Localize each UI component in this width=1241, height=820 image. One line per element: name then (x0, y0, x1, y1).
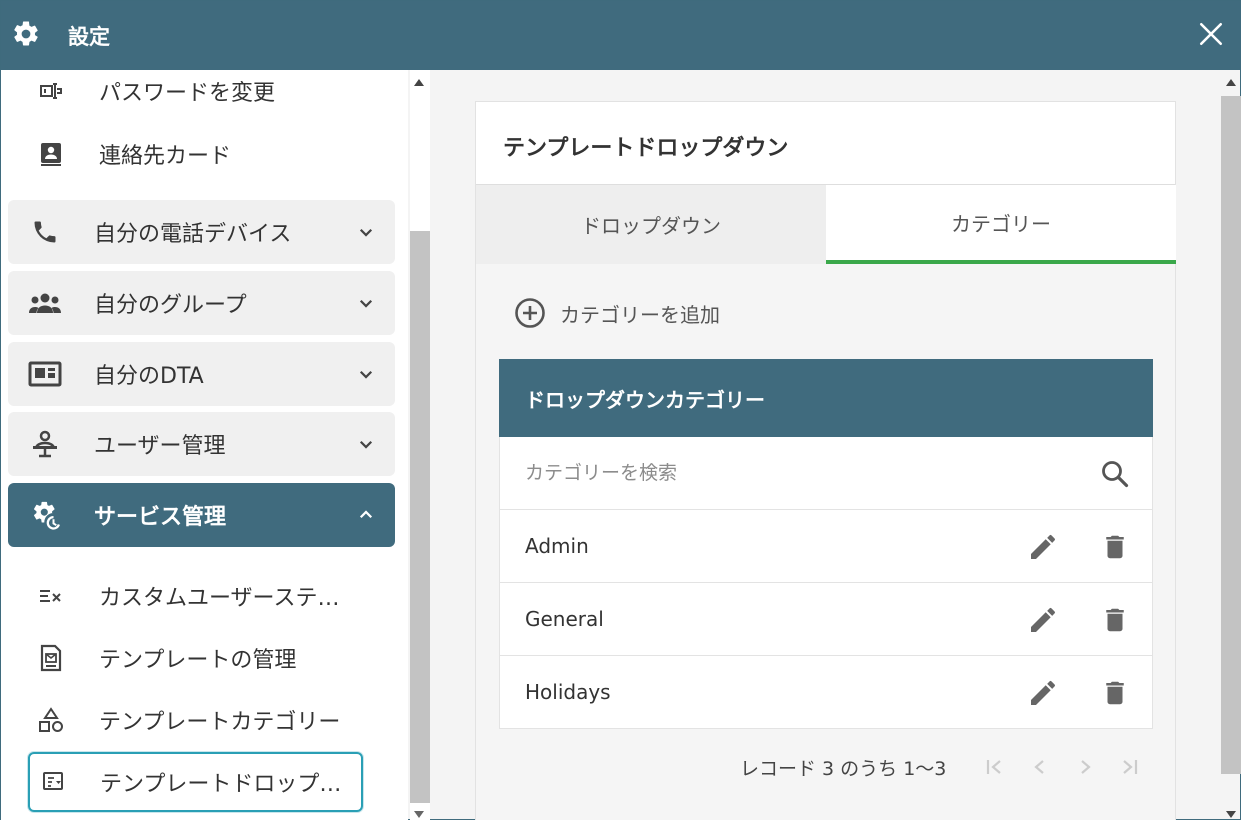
window-title: 設定 (68, 25, 110, 49)
add-circle-icon (515, 298, 545, 328)
contact-card-icon (37, 140, 65, 168)
prev-page-icon[interactable] (1028, 755, 1052, 779)
category-name: General (525, 607, 604, 631)
sidebar-group-my-dta[interactable]: 自分のDTA (8, 342, 395, 406)
chevron-down-icon (359, 440, 373, 449)
category-table: ドロップダウンカテゴリー Admin General Holidays (499, 359, 1153, 729)
sidebar-group-user-management[interactable]: ユーザー管理 (8, 412, 395, 476)
pagination-info: レコード 3 のうち 1～3 (740, 758, 947, 780)
add-category-button[interactable]: カテゴリーを追加 (514, 296, 720, 330)
sidebar-group-label: 自分のDTA (94, 364, 204, 389)
sidebar-item-label: 連絡先カード (99, 144, 232, 169)
last-page-icon[interactable] (1118, 755, 1142, 779)
sidebar-item-label: テンプレートの管理 (99, 648, 297, 673)
sidebar-scroll-down-arrow[interactable] (414, 811, 424, 818)
card-header: テンプレートドロップダウン (476, 102, 1175, 185)
sidebar-item-change-password[interactable]: パスワードを変更 (1, 70, 401, 119)
tab-category[interactable]: カテゴリー (826, 185, 1176, 264)
sidebar-group-service-management[interactable]: サービス管理 (8, 483, 395, 547)
delete-icon[interactable] (1100, 531, 1130, 563)
search-icon[interactable] (1100, 459, 1130, 489)
category-search-bar (499, 437, 1153, 510)
delete-icon[interactable] (1100, 604, 1130, 636)
password-icon (37, 77, 65, 105)
sidebar: パスワードを変更 連絡先カード 自分の電話デバイス 自分のグループ 自分のDTA… (1, 70, 408, 820)
sidebar-item-label: カスタムユーザーステ… (99, 586, 340, 611)
sidebar-item-label: テンプレートカテゴリー (99, 710, 341, 735)
sidebar-scroll-up-arrow[interactable] (414, 79, 424, 86)
sidebar-item-custom-user-status[interactable]: カスタムユーザーステ… (1, 568, 401, 624)
pagination: レコード 3 のうち 1～3 (476, 752, 1175, 782)
category-search-input[interactable] (525, 457, 1085, 489)
sidebar-item-label: テンプレートドロップ… (100, 772, 342, 797)
close-icon[interactable] (1198, 21, 1224, 47)
category-name: Admin (525, 534, 589, 558)
category-name: Holidays (525, 680, 611, 704)
dropdown-template-icon (39, 768, 67, 796)
chevron-up-icon (359, 510, 373, 519)
chevron-down-icon (359, 299, 373, 308)
group-icon (28, 286, 62, 320)
tab-bar: ドロップダウン カテゴリー (476, 185, 1176, 264)
add-category-label: カテゴリーを追加 (560, 302, 720, 327)
next-page-icon[interactable] (1073, 755, 1097, 779)
title-bar: 設定 (1, 1, 1241, 70)
sidebar-item-label: パスワードを変更 (99, 81, 276, 106)
table-header: ドロップダウンカテゴリー (499, 359, 1153, 437)
template-icon (37, 644, 65, 672)
gear-icon (14, 21, 38, 46)
sidebar-group-label: ユーザー管理 (94, 434, 226, 459)
chevron-down-icon (359, 370, 373, 379)
template-dropdown-card: テンプレートドロップダウン ドロップダウン カテゴリー カテゴリーを追加 ドロッ… (475, 101, 1176, 820)
sidebar-item-template-category[interactable]: テンプレートカテゴリー (1, 692, 401, 748)
tab-dropdown[interactable]: ドロップダウン (476, 185, 826, 264)
service-gear-icon (28, 498, 62, 532)
sidebar-group-my-phone-devices[interactable]: 自分の電話デバイス (8, 200, 395, 264)
sidebar-item-template-dropdown[interactable]: テンプレートドロップ… (28, 752, 363, 812)
card-title: テンプレートドロップダウン (503, 136, 789, 161)
edit-icon[interactable] (1027, 604, 1059, 636)
main-scrollbar-thumb[interactable] (1221, 96, 1241, 774)
edit-icon[interactable] (1027, 531, 1059, 563)
table-row: Admin (499, 510, 1153, 583)
sidebar-scrollbar-thumb[interactable] (410, 231, 430, 803)
sidebar-group-label: 自分の電話デバイス (94, 222, 292, 247)
shapes-icon (37, 706, 65, 734)
sidebar-item-template-management[interactable]: テンプレートの管理 (1, 630, 401, 686)
delete-icon[interactable] (1100, 677, 1130, 709)
sidebar-group-my-groups[interactable]: 自分のグループ (8, 271, 395, 335)
table-row: Holidays (499, 656, 1153, 729)
custom-status-icon (37, 582, 65, 610)
sidebar-group-label: サービス管理 (94, 505, 227, 530)
chevron-down-icon (359, 228, 373, 237)
user-management-icon (28, 427, 62, 461)
first-page-icon[interactable] (982, 755, 1006, 779)
table-row: General (499, 583, 1153, 656)
main-scroll-up-arrow[interactable] (1226, 79, 1236, 86)
sidebar-group-label: 自分のグループ (94, 293, 247, 318)
phone-icon (28, 215, 62, 249)
main-scroll-down-arrow[interactable] (1226, 811, 1236, 818)
sidebar-item-contact-card[interactable]: 連絡先カード (1, 126, 401, 182)
edit-icon[interactable] (1027, 677, 1059, 709)
dta-icon (28, 357, 62, 391)
